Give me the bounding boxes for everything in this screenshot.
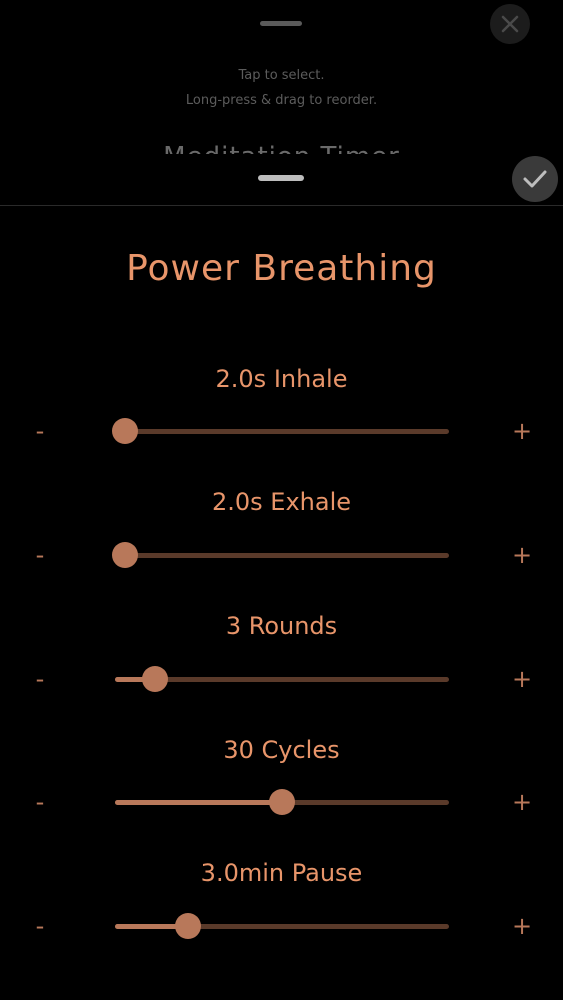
exhale-minus-button[interactable]: - (25, 540, 55, 570)
cycles-label: 30 Cycles (223, 736, 340, 764)
sheet-divider (0, 205, 563, 206)
hint-tap-to-select: Tap to select. (238, 68, 325, 83)
pause-plus-button[interactable]: + (507, 911, 537, 941)
close-icon (501, 15, 519, 33)
background-drag-handle (260, 21, 302, 26)
sheet-drag-handle[interactable] (258, 175, 304, 181)
exhale-slider-thumb[interactable] (112, 542, 139, 568)
cycles-slider[interactable] (115, 789, 449, 815)
rounds-slider[interactable] (115, 666, 449, 692)
rounds-slider-thumb[interactable] (142, 666, 169, 692)
rounds-label: 3 Rounds (225, 612, 338, 640)
exhale-label: 2.0s Exhale (211, 488, 352, 516)
cycles-plus-button[interactable]: + (507, 787, 537, 817)
cycles-slider-thumb[interactable] (269, 789, 295, 815)
cycles-slider-fill (115, 800, 282, 805)
exhale-plus-button[interactable]: + (507, 540, 537, 570)
pause-slider[interactable] (115, 913, 449, 939)
close-button[interactable] (490, 4, 530, 44)
rounds-plus-button[interactable]: + (507, 664, 537, 694)
confirm-button[interactable] (512, 156, 558, 202)
exhale-slider[interactable] (112, 542, 449, 568)
hint-drag-to-reorder: Long-press & drag to reorder. (185, 93, 378, 108)
checkmark-icon (523, 170, 547, 188)
inhale-slider-thumb[interactable] (112, 418, 139, 444)
cycles-minus-button[interactable]: - (25, 787, 55, 817)
inhale-minus-button[interactable]: - (25, 416, 55, 446)
inhale-slider[interactable] (112, 418, 449, 444)
pause-slider-thumb[interactable] (175, 913, 202, 939)
inhale-label: 2.0s Inhale (215, 365, 348, 393)
pause-minus-button[interactable]: - (25, 911, 55, 941)
screen: Tap to select. Long-press & drag to reor… (0, 0, 563, 1000)
page-title: Power Breathing (126, 248, 437, 289)
settings-sheet: Power Breathing 2.0s Inhale - + 2.0s Exh… (0, 156, 563, 1000)
rounds-minus-button[interactable]: - (25, 664, 55, 694)
inhale-plus-button[interactable]: + (507, 416, 537, 446)
pause-label: 3.0min Pause (200, 859, 363, 887)
background-title-text: Meditation Timer (163, 142, 400, 154)
background-title-clipped: Meditation Timer (0, 140, 563, 154)
